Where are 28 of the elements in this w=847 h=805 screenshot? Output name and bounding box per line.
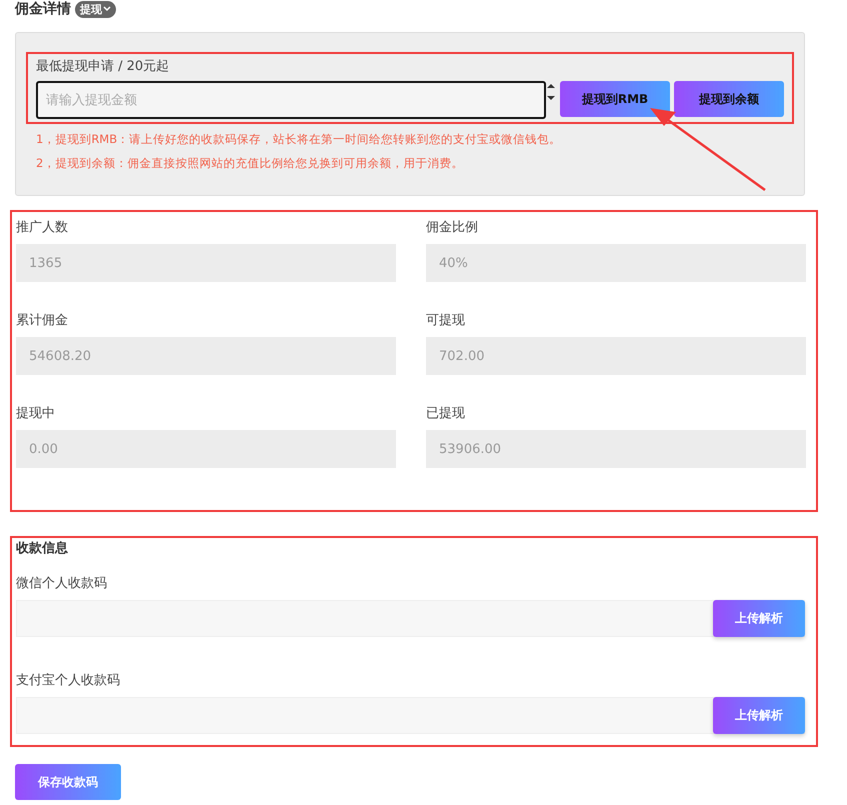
withdraw-button[interactable]: 提现到余额 xyxy=(674,81,784,117)
stat-label: 累计佣金 xyxy=(16,312,69,330)
stat-label: 佣金比例 xyxy=(426,219,479,237)
qr-code-field[interactable]: 上传解析 xyxy=(16,600,805,637)
stat-field: 54608.20 xyxy=(16,337,396,375)
stat-field: 53906.00 xyxy=(426,430,806,468)
stat-field: 40% xyxy=(426,244,806,282)
withdraw-button[interactable]: 提现到RMB xyxy=(560,81,670,117)
upload-button[interactable]: 上传解析 xyxy=(713,697,805,734)
save-button[interactable]: 保存收款码 xyxy=(15,764,121,800)
withdraw-badge[interactable]: 提现 xyxy=(75,0,116,18)
section-title: 佣金详情 xyxy=(15,0,71,18)
stat-label: 推广人数 xyxy=(16,219,69,237)
stat-field: 702.00 xyxy=(426,337,806,375)
field-label: 最低提现申请 / 20元起 xyxy=(36,58,170,76)
stat-field: 0.00 xyxy=(16,430,396,468)
field-label: 支付宝个人收款码 xyxy=(16,672,121,690)
stat-label: 已提现 xyxy=(426,405,466,423)
field-label: 微信个人收款码 xyxy=(16,575,108,593)
qr-code-field[interactable]: 上传解析 xyxy=(16,697,805,734)
stat-label: 可提现 xyxy=(426,312,466,330)
note-text: 2，提现到余额：佣金直接按照网站的充值比例给您兑换到可用余额，用于消费。 xyxy=(36,155,464,172)
chevron-down-icon xyxy=(103,6,111,12)
note-text: 1，提现到RMB：请上传好您的收款码保存，站长将在第一时间给您转账到您的支付宝或微信钱包。 xyxy=(36,131,562,148)
upload-button[interactable]: 上传解析 xyxy=(713,600,805,637)
stat-field: 1365 xyxy=(16,244,396,282)
stat-label: 提现中 xyxy=(16,405,56,423)
section-title: 收款信息 xyxy=(16,540,69,558)
